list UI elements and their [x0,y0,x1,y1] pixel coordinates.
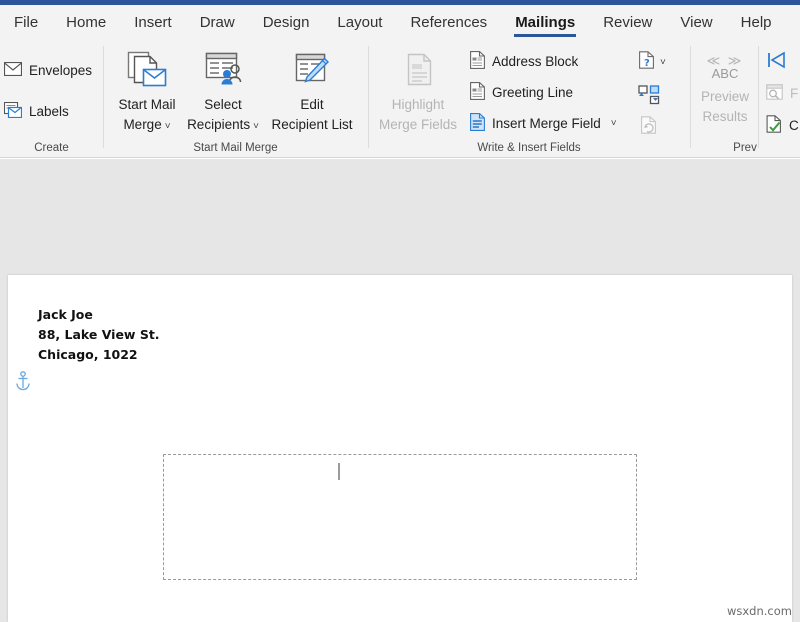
insert-merge-field-button[interactable]: Insert Merge Field ˅ [470,113,617,134]
select-recipients-button[interactable]: Select Recipients˅ [184,50,262,137]
rules-icon: ? [638,51,655,74]
group-separator-3 [690,46,691,148]
chevron-down-icon[interactable]: ˅ [253,121,259,132]
match-fields-button[interactable] [638,85,660,110]
greeting-line-button[interactable]: Greeting Line [470,82,573,103]
preview-results-icon: ≪ ≫ ABC [707,54,744,80]
tab-review[interactable]: Review [589,5,666,40]
tab-view[interactable]: View [666,5,726,40]
group-separator-2 [368,46,369,148]
group-label-create: Create [0,142,103,154]
greeting-line-icon [470,82,485,103]
find-recipient-button[interactable]: F [766,84,798,103]
labels-icon [4,102,22,121]
first-record-button[interactable] [766,50,788,75]
start-mail-merge-icon [126,50,168,95]
envelopes-label: Envelopes [29,63,92,78]
select-recipients-icon [202,50,244,95]
first-record-icon [766,50,788,75]
tab-references-label: References [410,14,487,31]
group-label-preview-results: Prev [690,142,800,154]
group-label-write-insert-fields: Write & Insert Fields [368,142,690,154]
document-workspace: Jack Joe 88, Lake View St. Chicago, 1022… [0,159,800,622]
match-fields-icon [638,85,660,110]
labels-button[interactable]: Labels [4,102,69,121]
preview-results-label-line1: Preview [701,87,749,107]
labels-label: Labels [29,104,69,119]
greeting-line-label: Greeting Line [492,85,573,100]
check-for-errors-button[interactable]: C [766,115,799,136]
tab-help-label: Help [741,14,772,31]
envelope-icon [4,62,22,79]
highlight-merge-fields-icon [397,50,439,95]
address-block-label: Address Block [492,54,578,69]
highlight-merge-fields-label-line1: Highlight [392,95,445,115]
tab-insert-label: Insert [134,14,172,31]
chevron-down-icon[interactable]: ˅ [660,57,666,68]
group-separator-1 [103,46,104,148]
tab-layout-label: Layout [337,14,382,31]
tab-insert[interactable]: Insert [120,5,186,40]
find-recipient-icon [766,84,783,103]
update-labels-button[interactable] [640,116,658,139]
check-for-errors-label: C [789,118,799,133]
tab-draw-label: Draw [200,14,235,31]
edit-recipient-list-button[interactable]: Edit Recipient List [262,50,362,135]
start-mail-merge-button[interactable]: Start Mail Merge ˅ [110,50,184,137]
tab-home[interactable]: Home [52,5,120,40]
chevron-down-icon[interactable]: ˅ [165,121,171,132]
tab-draw[interactable]: Draw [186,5,249,40]
update-labels-icon [640,116,658,139]
svg-text:?: ? [644,58,650,69]
recipient-address-text: Jack Joe 88, Lake View St. Chicago, 1022 [38,305,160,365]
start-mail-merge-label-line2-text: Merge [123,117,161,132]
highlight-merge-fields-button[interactable]: Highlight Merge Fields [372,50,464,135]
tab-view-label: View [680,14,712,31]
preview-abc-label: ABC [712,67,739,80]
edit-recipient-list-icon [291,50,333,95]
word-window: File Home Insert Draw Design Layout Refe… [0,0,800,622]
edit-recipient-list-label-line1: Edit [300,95,323,115]
select-recipients-label-line2-text: Recipients [187,117,250,132]
preview-results-label-line2: Results [702,107,747,127]
tab-file[interactable]: File [0,5,52,40]
address-block-icon [470,51,485,72]
insert-merge-field-icon [470,113,485,134]
watermark-label: wsxdn.com [727,604,792,618]
select-recipients-label-line1: Select [204,95,242,115]
tab-help[interactable]: Help [727,5,786,40]
tab-mailings[interactable]: Mailings [501,5,589,40]
tab-references[interactable]: References [396,5,501,40]
tab-review-label: Review [603,14,652,31]
start-mail-merge-label-line2: Merge ˅ [123,115,170,137]
envelopes-button[interactable]: Envelopes [4,62,92,79]
select-recipients-label-line2: Recipients˅ [187,115,259,137]
check-for-errors-icon [766,115,782,136]
insert-merge-field-label: Insert Merge Field [492,116,601,131]
tab-design-label: Design [263,14,310,31]
start-mail-merge-label-line1: Start Mail [118,95,175,115]
tab-file-label: File [14,14,38,31]
tab-mailings-label: Mailings [515,14,575,31]
ribbon: Envelopes Labels Create [0,40,800,158]
preview-results-button[interactable]: ≪ ≫ ABC Preview Results [694,54,756,127]
tab-home-label: Home [66,14,106,31]
tab-layout[interactable]: Layout [323,5,396,40]
highlight-merge-fields-label-line2: Merge Fields [379,115,457,135]
chevron-down-icon[interactable]: ˅ [611,118,617,129]
group-label-start-mail-merge: Start Mail Merge [103,142,368,154]
group-separator-4 [758,46,759,148]
ribbon-tab-bar: File Home Insert Draw Design Layout Refe… [0,5,800,40]
text-cursor [338,463,340,480]
text-box[interactable] [163,454,637,580]
edit-recipient-list-label-line2: Recipient List [271,115,352,135]
rules-button[interactable]: ? ˅ [638,51,666,74]
find-recipient-label: F [790,86,798,101]
tab-design[interactable]: Design [249,5,324,40]
anchor-icon [15,371,31,391]
document-page[interactable]: Jack Joe 88, Lake View St. Chicago, 1022 [8,275,792,622]
address-block-button[interactable]: Address Block [470,51,578,72]
